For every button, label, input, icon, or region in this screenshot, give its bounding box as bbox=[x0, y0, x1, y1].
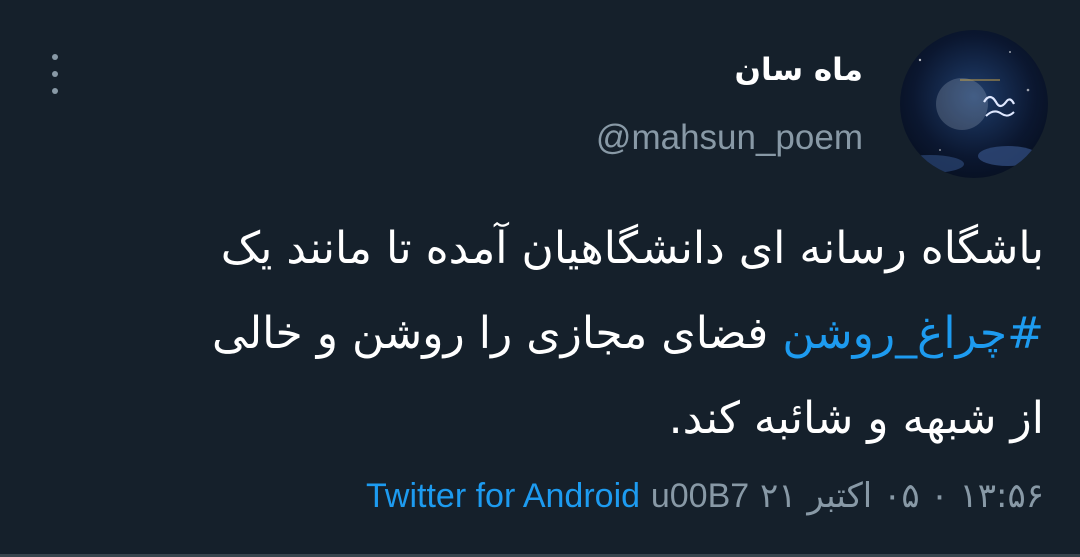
more-vertical-icon-dot bbox=[52, 88, 58, 94]
tweet-text-line: #چراغ_روشن فضای مجازی را روشن و خالی bbox=[44, 291, 1044, 376]
display-name[interactable]: ماه سان bbox=[734, 52, 863, 88]
more-vertical-icon bbox=[52, 54, 58, 60]
tweet-text-line: باشگاه رسانه ای دانشگاهیان آمده تا مانند… bbox=[220, 223, 1044, 274]
crescent-moon-avatar-image bbox=[900, 51, 1038, 173]
tweet-text: باشگاه رسانه ای دانشگاهیان آمده تا مانند… bbox=[44, 206, 1044, 461]
tweet-text-segment: فضای مجازی را روشن و خالی bbox=[212, 308, 783, 359]
timestamp[interactable]: ۱۳:۵۶ ۰ ۰۵ اکتبر ۲۱ bbox=[760, 476, 1044, 516]
tweet-card: ماه سان @mahsun_poem باشگاه رسانه ای دان… bbox=[0, 0, 1080, 557]
meta-separator: u00B7 bbox=[650, 477, 750, 515]
more-options-button[interactable] bbox=[40, 54, 70, 94]
source-link[interactable]: Twitter for Android bbox=[366, 477, 640, 515]
tweet-meta: Twitter for Android u00B7 ۱۳:۵۶ ۰ ۰۵ اکت… bbox=[366, 476, 1044, 516]
user-handle[interactable]: @mahsun_poem bbox=[596, 118, 863, 158]
avatar[interactable] bbox=[900, 30, 1048, 178]
tweet-text-line: از شبهه و شائبه کند. bbox=[668, 393, 1044, 444]
more-vertical-icon-dot bbox=[52, 71, 58, 77]
hashtag-link[interactable]: #چراغ_روشن bbox=[782, 308, 1044, 359]
